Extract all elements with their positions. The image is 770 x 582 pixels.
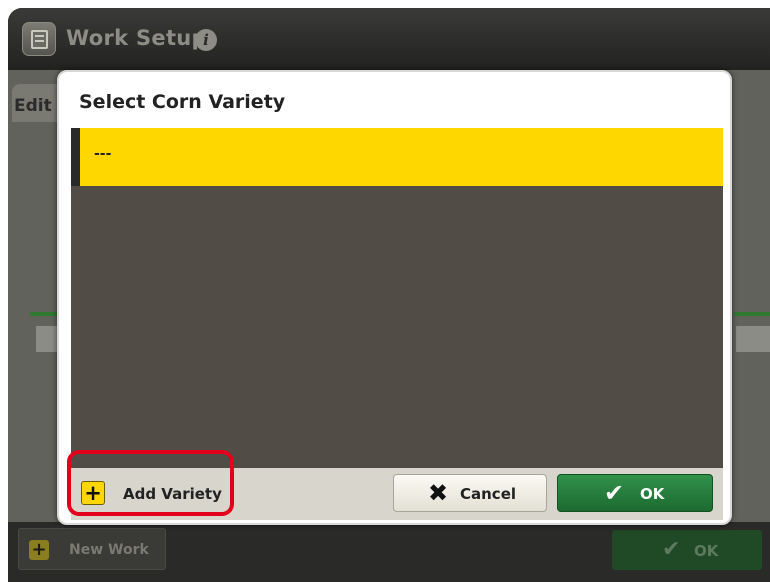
new-work-button[interactable]: + New Work: [18, 528, 166, 570]
check-icon: ✔: [604, 479, 625, 507]
window-title: Work Setup: [66, 26, 207, 50]
title-bar: Work Setup i: [8, 8, 770, 70]
check-icon: ✔: [662, 537, 681, 562]
ok-label: OK: [640, 485, 665, 503]
info-icon[interactable]: i: [195, 29, 217, 51]
bottom-bar: + New Work ✔ OK: [8, 522, 770, 582]
work-setup-icon: [22, 22, 56, 56]
dialog-title: Select Corn Variety: [79, 91, 286, 113]
list-item[interactable]: ---: [71, 128, 723, 186]
cancel-button[interactable]: ✖ Cancel: [393, 474, 547, 512]
background-tab-label: Edit: [14, 96, 52, 116]
background-field: [736, 326, 770, 352]
x-icon: ✖: [428, 479, 449, 507]
ok-button[interactable]: ✔ OK: [557, 474, 713, 512]
new-work-label: New Work: [69, 542, 149, 558]
bottom-ok-button[interactable]: ✔ OK: [612, 530, 762, 570]
cancel-label: Cancel: [460, 485, 517, 503]
background-progress-line: [734, 312, 770, 316]
list-item-label: ---: [94, 146, 112, 162]
plus-icon: +: [29, 540, 49, 560]
bottom-ok-label: OK: [694, 542, 719, 560]
highlight-annotation: [67, 450, 234, 516]
variety-list: ---: [71, 128, 723, 468]
